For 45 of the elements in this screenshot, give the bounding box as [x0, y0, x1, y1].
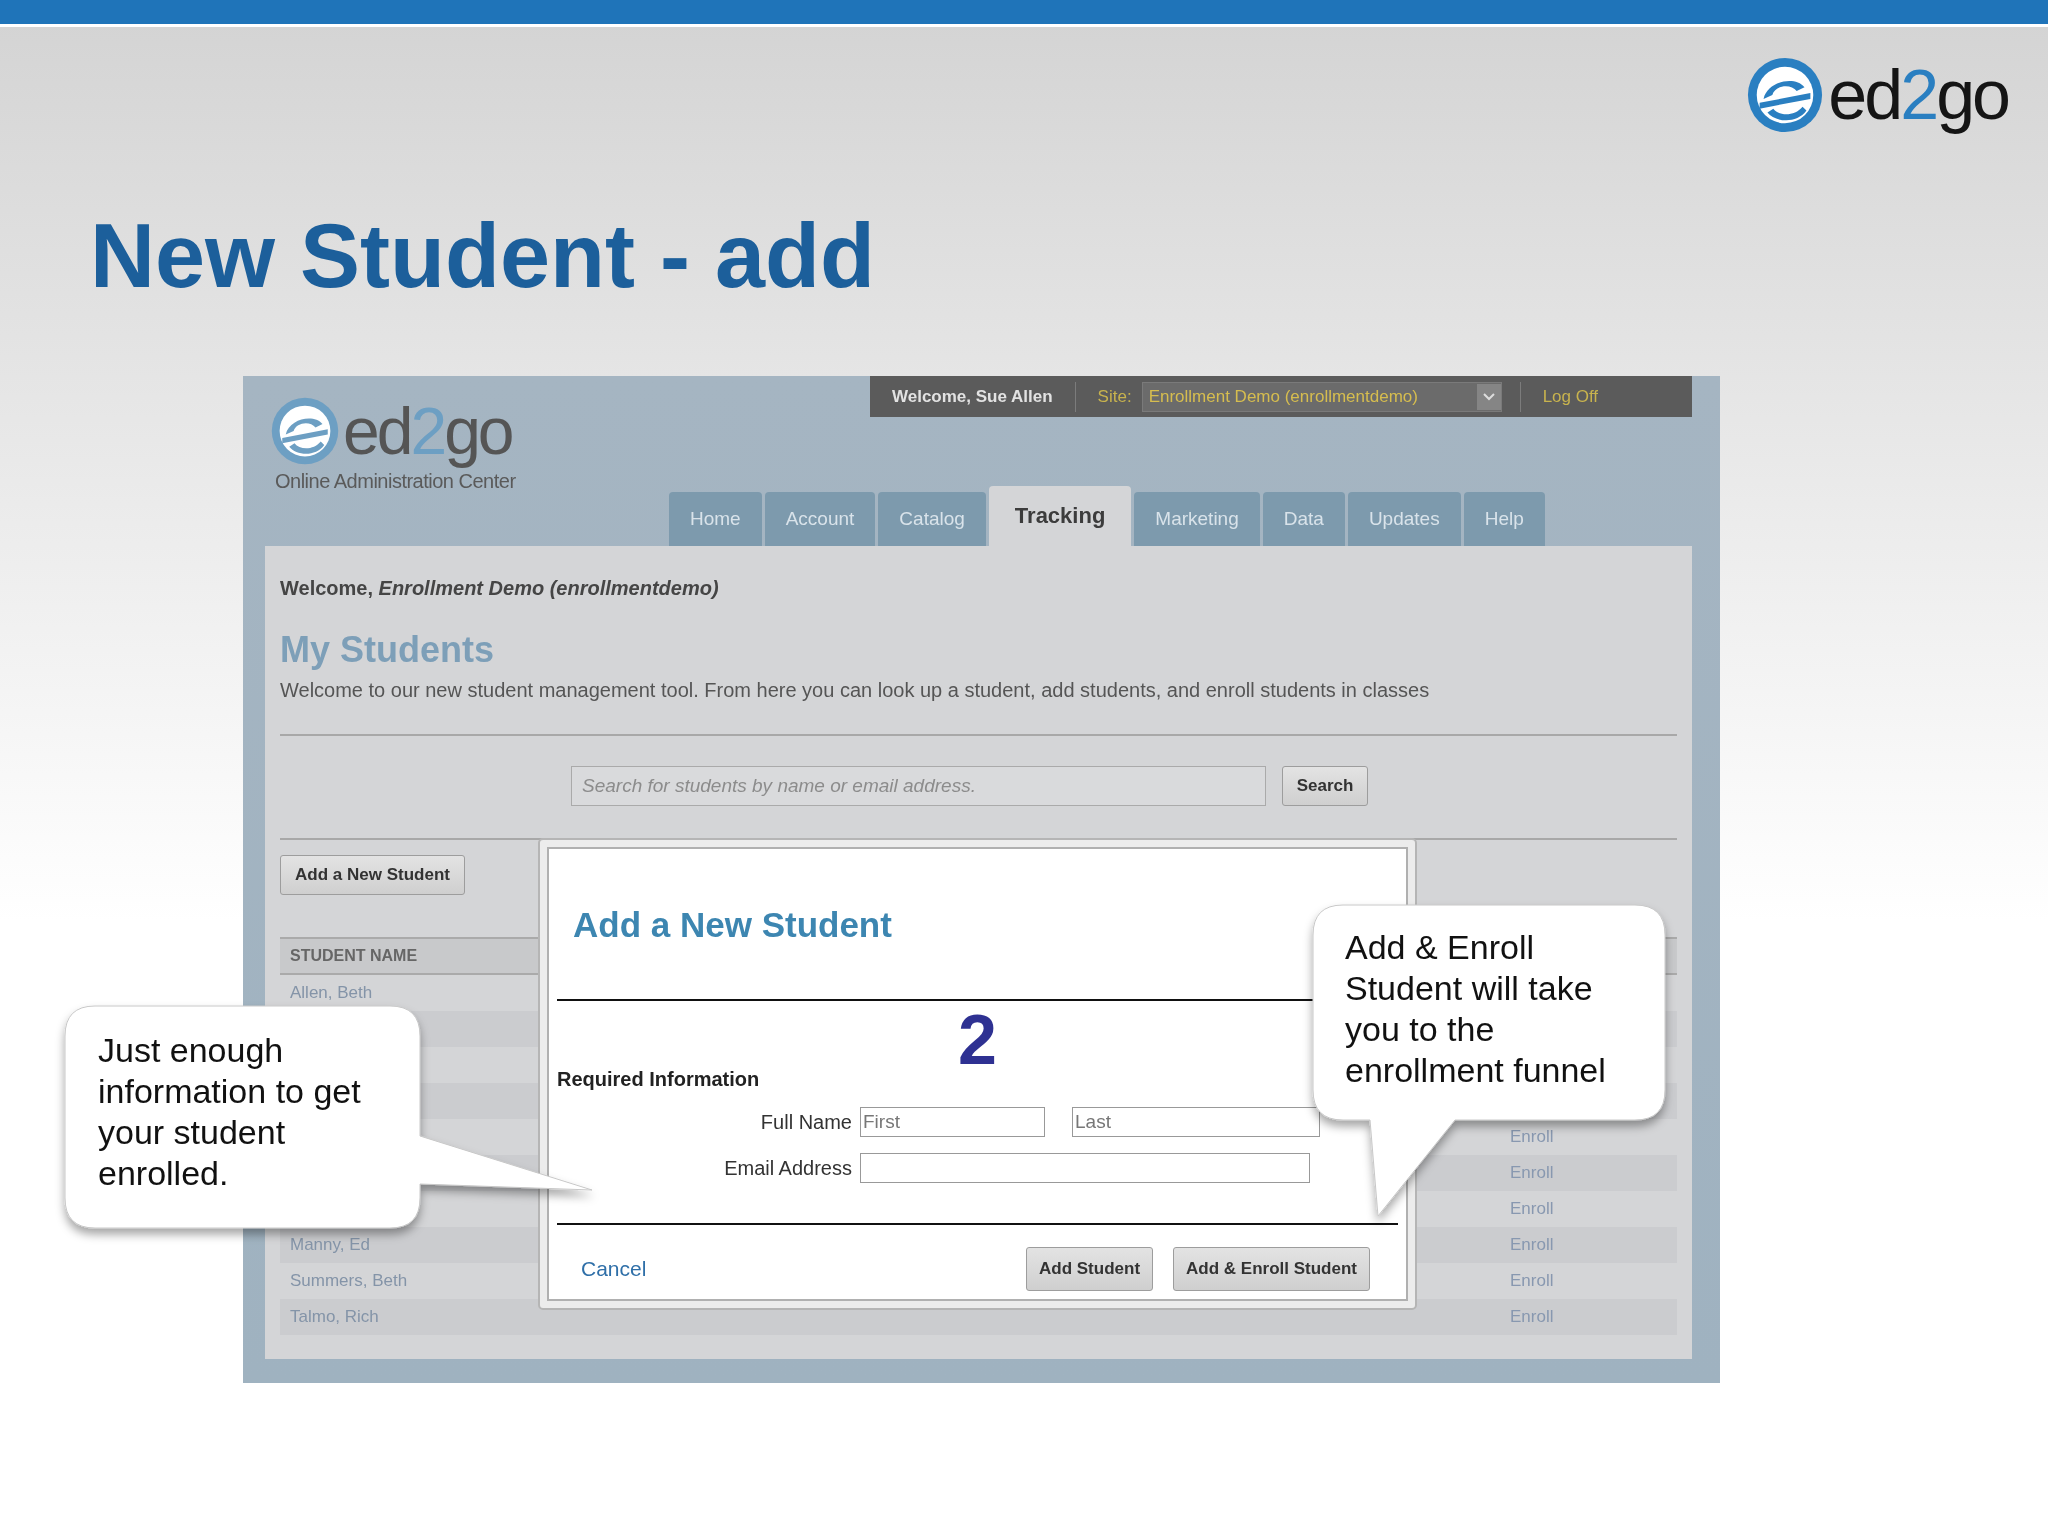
enroll-link[interactable]: Enroll: [1510, 1199, 1554, 1219]
input-field[interactable]: Last: [1072, 1107, 1320, 1137]
search-field[interactable]: Search for students by name or email address.: [571, 766, 1266, 806]
table-cell: Allen, Beth: [290, 983, 373, 1003]
add-student-button[interactable]: Add Student: [1026, 1247, 1154, 1291]
welcome-text: Welcome, Enrollment Demo (enrollmentdemo): [280, 576, 720, 601]
field-label: Full Name: [759, 1110, 853, 1134]
nav-tab[interactable]: Home: [669, 492, 762, 546]
nav-tab[interactable]: Updates: [1347, 492, 1461, 546]
logo-icon: [270, 396, 340, 466]
column-header: STUDENT NAME: [290, 947, 418, 965]
table-cell: Summers, Beth: [290, 1271, 408, 1291]
table-cell: Manny, Ed: [290, 1235, 370, 1255]
callout-text: Add & Enroll Student will take you to the enrollment funnel: [1345, 927, 1607, 1091]
search-button[interactable]: Search: [1282, 766, 1368, 806]
site-label: Site:: [1096, 386, 1133, 407]
app-subtitle: Online Administration Center: [275, 470, 517, 493]
section-heading: My Students: [280, 628, 495, 672]
input-field[interactable]: First: [860, 1107, 1045, 1137]
add-enroll-button[interactable]: Add & Enroll Student: [1173, 1247, 1370, 1291]
enroll-link[interactable]: Enroll: [1510, 1163, 1554, 1183]
add-student-button[interactable]: Add a New Student: [280, 855, 465, 895]
enroll-link[interactable]: Enroll: [1510, 1271, 1554, 1291]
table-cell: Talmo, Rich: [290, 1307, 379, 1327]
nav-tab[interactable]: Data: [1262, 492, 1345, 546]
nav-tab[interactable]: Help: [1463, 492, 1545, 546]
field-label: Email Address: [723, 1156, 853, 1180]
enroll-link[interactable]: Enroll: [1510, 1235, 1554, 1255]
step-number: 2: [958, 1005, 997, 1075]
logo-icon: [1746, 56, 1825, 134]
caret-icon: [1482, 392, 1495, 401]
nav-tab[interactable]: Account: [764, 492, 876, 546]
slide-title: New Student - add: [90, 205, 876, 308]
nav-tab[interactable]: Tracking: [988, 486, 1132, 546]
nav-tab[interactable]: Catalog: [878, 492, 986, 546]
cancel-link[interactable]: Cancel: [581, 1257, 647, 1281]
site-dropdown[interactable]: Enrollment Demo (enrollmentdemo): [1141, 381, 1502, 412]
input-field[interactable]: [860, 1153, 1310, 1183]
enroll-link[interactable]: Enroll: [1510, 1307, 1554, 1327]
user-greeting: Welcome, Sue Allen: [891, 386, 1054, 407]
callout-text: Just enough information to get your student enrolled.: [98, 1030, 362, 1194]
logoff-link[interactable]: Log Off: [1520, 386, 1599, 407]
enroll-link[interactable]: Enroll: [1510, 1127, 1554, 1147]
description-text: Welcome to our new student management tool. From here you can look up a student, add students, and enroll students in classes: [280, 678, 1431, 703]
nav-tab[interactable]: Marketing: [1134, 492, 1260, 546]
